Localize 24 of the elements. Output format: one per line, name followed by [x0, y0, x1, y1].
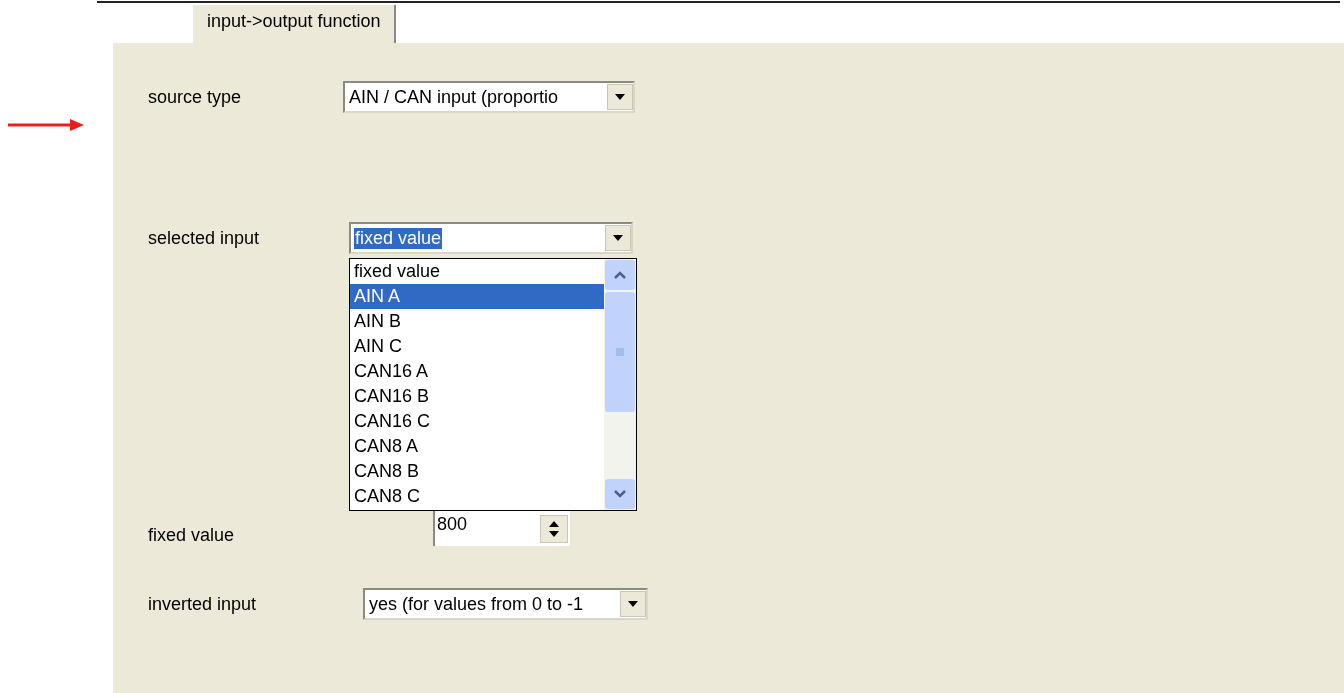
- spinner-arrows-icon[interactable]: [540, 515, 568, 543]
- field-label: source type: [148, 86, 243, 108]
- dropdown-option[interactable]: CAN16 A: [350, 359, 604, 384]
- tab[interactable]: input->output function: [193, 5, 396, 43]
- caret-up-icon: [614, 271, 626, 279]
- scroll-up-button[interactable]: [605, 260, 635, 290]
- dropdown-option[interactable]: CAN8 A: [350, 434, 604, 459]
- dropdown[interactable]: yes (for values from 0 to -1: [363, 588, 648, 620]
- field-label: fixed value: [148, 525, 236, 546]
- number-field[interactable]: 800: [433, 511, 570, 546]
- dropdown-option[interactable]: CAN16 C: [350, 409, 604, 434]
- dropdown-option[interactable]: fixed value: [350, 259, 604, 284]
- caret-down-icon: [614, 490, 626, 498]
- dropdown-option[interactable]: CAN8 C: [350, 484, 604, 509]
- dropdown-option[interactable]: AIN C: [350, 334, 604, 359]
- dropdown-option[interactable]: AIN A: [350, 284, 604, 309]
- field-label: selected input: [148, 227, 261, 249]
- dropdown-option[interactable]: CAN8 B: [350, 459, 604, 484]
- scrollbar-thumb[interactable]: [605, 292, 635, 412]
- dropdown[interactable]: AIN / CAN input (proportio: [343, 81, 635, 113]
- dropdown-option[interactable]: AIN B: [350, 309, 604, 334]
- scroll-down-button[interactable]: [605, 479, 635, 509]
- field-label: inverted input: [148, 593, 258, 615]
- dropdown-option[interactable]: CAN16 B: [350, 384, 604, 409]
